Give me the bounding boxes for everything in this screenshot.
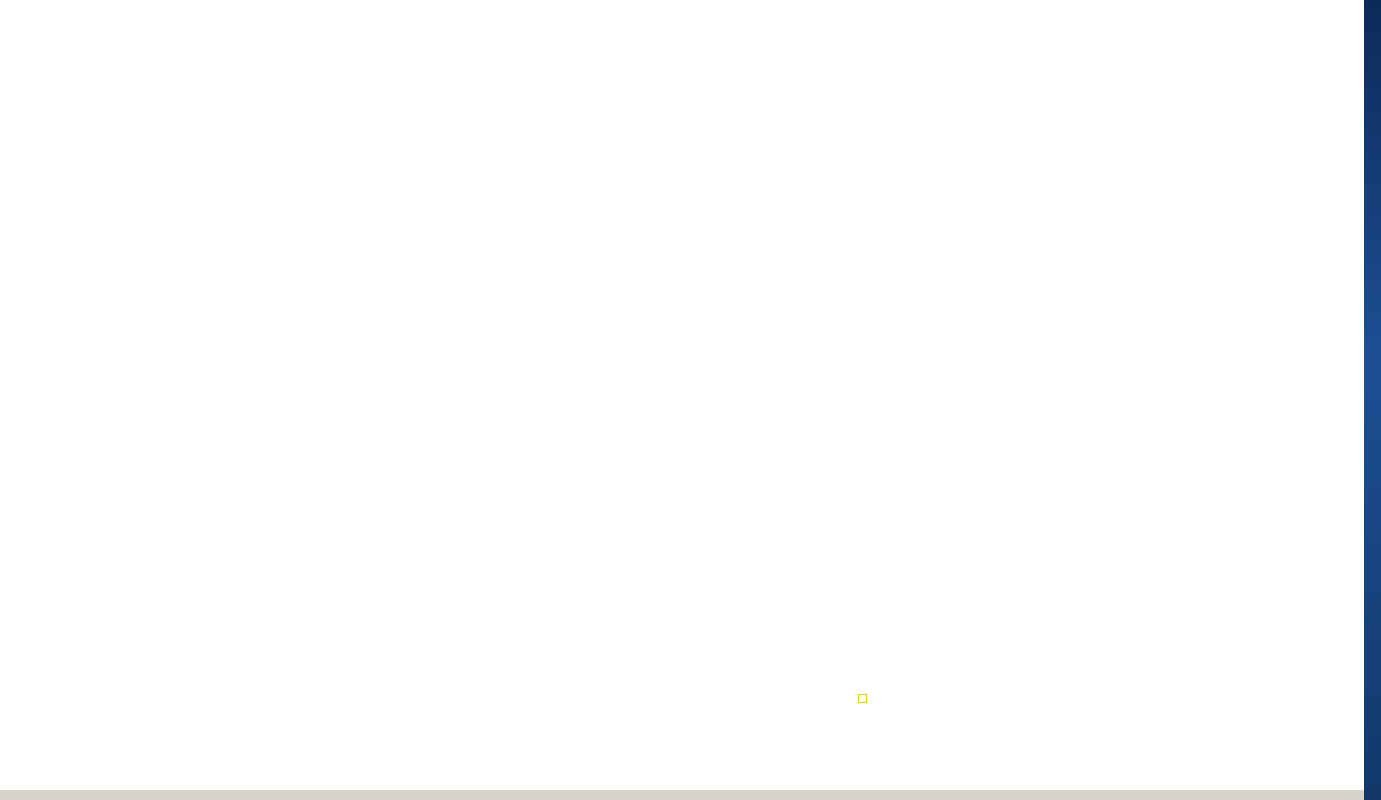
sunset-square-icon (858, 694, 867, 704)
sensor-summary-table (0, 706, 1364, 790)
weather-chart (0, 0, 1381, 800)
sunset-annotation (858, 693, 867, 705)
status-bar (0, 790, 1364, 800)
morning-time-annotation (30, 684, 92, 698)
weather-app-window (0, 0, 1381, 800)
desktop-background-strip (1364, 0, 1381, 800)
